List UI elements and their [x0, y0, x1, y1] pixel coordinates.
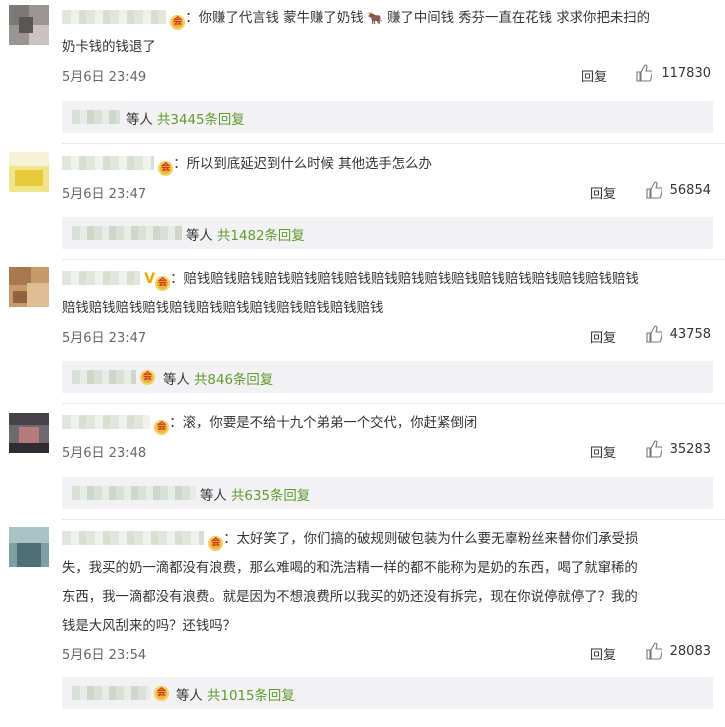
vip-crown-icon: 会 — [154, 420, 170, 435]
timestamp: 5月6日 23:48 — [62, 446, 147, 461]
sub-replies-box[interactable]: 等人 共1482条回复 — [62, 217, 713, 249]
sub-reply-usernames — [72, 686, 150, 700]
username[interactable] — [62, 156, 154, 170]
avatar[interactable] — [9, 413, 49, 453]
like-count: 56854 — [669, 183, 711, 198]
vip-crown-icon: 会 — [208, 536, 224, 551]
divider — [62, 143, 725, 144]
comment-text: V 会：赔钱赔钱赔钱赔钱赔钱赔钱赔钱赔钱赔钱赔钱赔钱赔钱赔钱赔钱赔钱赔钱赔钱 赔钱… — [62, 271, 639, 316]
comment-meta: 5月6日 23:47 回复 43758 — [62, 325, 713, 347]
sub-reply-usernames — [72, 226, 182, 240]
like-count: 43758 — [669, 327, 711, 342]
thumbs-up-icon[interactable] — [646, 181, 662, 199]
sub-replies-box[interactable]: 等人 共635条回复 — [62, 477, 713, 509]
avatar[interactable] — [9, 267, 49, 307]
sub-reply-summary: 等人 共3445条回复 — [126, 113, 245, 128]
comment-text: 会：你赚了代言钱 蒙牛赚了奶钱 🐂 赚了中间钱 秀芬一直在花钱 求求你把未扫的 … — [62, 10, 651, 55]
avatar[interactable] — [9, 5, 49, 45]
avatar[interactable] — [9, 527, 49, 567]
comment-meta: 5月6日 23:48 回复 35283 — [62, 440, 713, 462]
divider — [62, 519, 725, 520]
comment-meta: 5月6日 23:49 回复 117830 — [62, 64, 713, 86]
avatar[interactable] — [9, 152, 49, 192]
cow-emoji-icon: 🐂 — [367, 11, 383, 25]
comment-text: 会：滚，你要是不给十九个弟弟一个交代，你赶紧倒闭 — [62, 409, 713, 438]
timestamp: 5月6日 23:47 — [62, 187, 147, 202]
view-replies-link[interactable]: 共1482条回复 — [217, 229, 305, 244]
comment-meta: 5月6日 23:47 回复 56854 — [62, 181, 713, 203]
divider — [62, 259, 725, 260]
like-count: 117830 — [661, 66, 711, 81]
comment-text: 会：所以到底延迟到什么时候 其他选手怎么办 — [62, 150, 713, 179]
thumbs-up-icon[interactable] — [646, 325, 662, 343]
view-replies-link[interactable]: 共846条回复 — [194, 373, 273, 388]
timestamp: 5月6日 23:54 — [62, 648, 147, 663]
vip-crown-icon: 会 — [154, 686, 169, 701]
vip-crown-icon: 会 — [170, 15, 186, 30]
like-count: 28083 — [669, 644, 711, 659]
sub-replies-box[interactable]: 等人 共3445条回复 — [62, 101, 713, 133]
view-replies-link[interactable]: 共1015条回复 — [207, 689, 295, 704]
view-replies-link[interactable]: 共635条回复 — [231, 489, 310, 504]
vip-crown-icon: 会 — [155, 276, 171, 291]
username[interactable] — [62, 415, 150, 429]
vip-crown-icon: 会 — [158, 161, 174, 176]
comment-text: 会：太好笑了，你们搞的破规则破包装为什么要无辜粉丝来替你们承受损 失，我买的奶一… — [62, 531, 639, 634]
thumbs-up-icon[interactable] — [646, 642, 662, 660]
sub-reply-usernames — [72, 486, 196, 500]
sub-reply-summary: 等人 共846条回复 — [163, 373, 274, 388]
sub-replies-box[interactable]: 会 等人 共846条回复 — [62, 361, 713, 393]
comment-meta: 5月6日 23:54 回复 28083 — [62, 642, 713, 664]
username[interactable] — [62, 271, 140, 285]
thumbs-up-icon[interactable] — [646, 440, 662, 458]
sub-reply-usernames — [72, 110, 120, 124]
username[interactable] — [62, 10, 166, 24]
timestamp: 5月6日 23:47 — [62, 331, 147, 346]
sub-replies-box[interactable]: 会 等人 共1015条回复 — [62, 677, 713, 709]
sub-reply-summary: 等人 共635条回复 — [200, 489, 311, 504]
sub-reply-summary: 等人 共1482条回复 — [186, 229, 305, 244]
vip-crown-icon: 会 — [140, 370, 155, 385]
like-count: 35283 — [669, 442, 711, 457]
verified-v-icon: V — [144, 271, 156, 287]
reply-button[interactable]: 回复 — [590, 327, 616, 346]
timestamp: 5月6日 23:49 — [62, 70, 147, 85]
sub-reply-summary: 等人 共1015条回复 — [176, 689, 295, 704]
reply-button[interactable]: 回复 — [590, 442, 616, 461]
username[interactable] — [62, 531, 204, 545]
reply-button[interactable]: 回复 — [590, 644, 616, 663]
reply-button[interactable]: 回复 — [590, 183, 616, 202]
view-replies-link[interactable]: 共3445条回复 — [157, 113, 245, 128]
thumbs-up-icon[interactable] — [636, 64, 652, 82]
sub-reply-usernames — [72, 370, 136, 384]
reply-button[interactable]: 回复 — [581, 66, 607, 85]
divider — [62, 403, 725, 404]
